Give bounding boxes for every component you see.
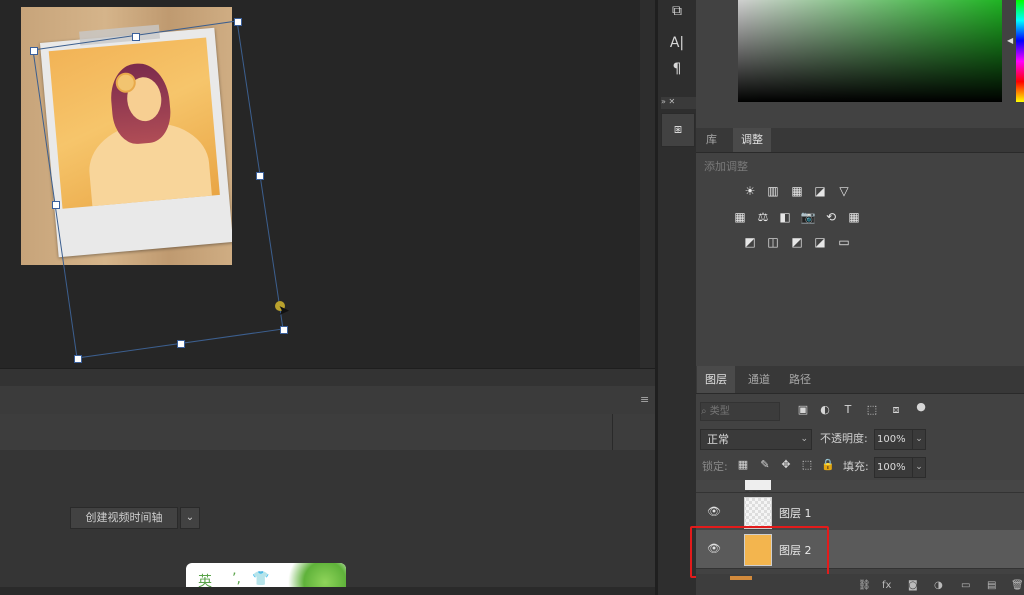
invert-icon[interactable]: ◩ bbox=[742, 235, 758, 249]
brightness-contrast-icon[interactable]: ☀ bbox=[742, 184, 758, 198]
adjust-sliders-icon[interactable]: ⧉ bbox=[664, 0, 690, 22]
lock-image-icon[interactable]: ✎ bbox=[758, 458, 772, 472]
tab-adjustments[interactable]: 调整 bbox=[733, 128, 771, 152]
highlight-annotation-box bbox=[690, 526, 829, 578]
canvas-gutter bbox=[640, 0, 655, 368]
panel-menu-icon[interactable]: ≡ bbox=[640, 393, 649, 406]
transform-handle-bottom-left[interactable] bbox=[74, 355, 82, 363]
transform-handle-left[interactable] bbox=[52, 201, 60, 209]
tab-layers[interactable]: 图层 bbox=[697, 366, 735, 393]
paragraph-icon[interactable]: ¶ bbox=[664, 58, 690, 80]
lock-transparent-icon[interactable]: ▦ bbox=[736, 458, 750, 472]
fill-value: 100% bbox=[877, 462, 906, 473]
curves-icon[interactable]: ▦ bbox=[789, 184, 805, 198]
timeline-scrollbar[interactable] bbox=[0, 587, 655, 595]
hue-slider[interactable] bbox=[1016, 0, 1024, 102]
photo-filter-icon[interactable]: 📷 bbox=[800, 210, 816, 224]
black-white-icon[interactable]: ◧ bbox=[777, 210, 793, 224]
timeline-header bbox=[0, 386, 655, 415]
blend-mode-value: 正常 bbox=[707, 433, 729, 446]
opacity-value: 100% bbox=[877, 434, 906, 445]
visibility-eye-icon[interactable]: 👁 bbox=[706, 505, 722, 519]
hue-saturation-icon[interactable]: ▦ bbox=[732, 210, 748, 224]
levels-icon[interactable]: ▥ bbox=[765, 184, 781, 198]
filter-shape-icon[interactable]: ⬚ bbox=[865, 403, 879, 417]
timeline-ruler-divider bbox=[612, 414, 613, 450]
color-lookup-icon[interactable]: ▦ bbox=[846, 210, 862, 224]
hue-slider-marker-icon[interactable]: ◀ bbox=[1007, 36, 1013, 45]
add-adjustment-label: 添加调整 bbox=[704, 160, 748, 173]
filter-toggle-icon[interactable]: ● bbox=[914, 400, 928, 414]
ime-skin-icon[interactable]: 👕 bbox=[252, 571, 269, 587]
filter-smart-object-icon[interactable]: ⧈ bbox=[889, 403, 903, 417]
opacity-dropdown-icon[interactable]: ⌄ bbox=[912, 429, 926, 450]
lock-artboard-icon[interactable]: ⬚ bbox=[800, 458, 814, 472]
channel-mixer-icon[interactable]: ⟲ bbox=[823, 210, 839, 224]
new-layer-icon[interactable]: ▤ bbox=[987, 580, 996, 591]
layer-filter-select[interactable]: ⌕ 类型 bbox=[700, 402, 780, 421]
layer-thumbnail-partial: ▪ ▫▫ bbox=[745, 480, 771, 497]
tab-library[interactable]: 库 bbox=[698, 128, 725, 152]
transform-handle-top-right[interactable] bbox=[234, 18, 242, 26]
layer-thumbnail bbox=[744, 497, 772, 529]
blend-mode-select[interactable]: 正常 ⌄ bbox=[700, 429, 812, 450]
chevron-down-icon: ⌄ bbox=[800, 434, 808, 444]
posterize-icon[interactable]: ◫ bbox=[765, 235, 781, 249]
selective-color-icon[interactable]: ◪ bbox=[812, 235, 828, 249]
transform-handle-top-left[interactable] bbox=[30, 47, 38, 55]
character-icon[interactable]: A| bbox=[664, 32, 690, 54]
fill-input[interactable]: 100% bbox=[874, 457, 914, 478]
delete-layer-icon[interactable]: 🗑 bbox=[1011, 580, 1024, 591]
tab-paths[interactable]: 路径 bbox=[781, 366, 819, 393]
color-picker-field[interactable] bbox=[738, 0, 1002, 102]
opacity-label: 不透明度: bbox=[820, 432, 868, 445]
ime-punctuation-icon[interactable]: ’, bbox=[232, 571, 241, 587]
create-video-timeline-button[interactable]: 创建视频时间轴 bbox=[70, 507, 178, 529]
filter-adjustment-icon[interactable]: ◐ bbox=[818, 403, 832, 417]
properties-cube-icon[interactable]: ⧆ bbox=[661, 113, 695, 147]
panel-dock-column bbox=[658, 0, 696, 595]
timeline-mode-dropdown[interactable]: ⌄ bbox=[180, 507, 200, 529]
threshold-icon[interactable]: ◩ bbox=[789, 235, 805, 249]
gradient-map-icon[interactable]: ▭ bbox=[836, 235, 852, 249]
layer-strip-partial bbox=[730, 576, 752, 580]
fx-icon[interactable]: fx bbox=[882, 580, 891, 591]
vibrance-icon[interactable]: ▽ bbox=[836, 184, 852, 198]
mini-panel-header[interactable]: » ✕ bbox=[661, 97, 696, 109]
add-mask-icon[interactable]: ◙ bbox=[908, 580, 918, 591]
lock-all-icon[interactable]: 🔒 bbox=[821, 458, 835, 472]
lock-label: 锁定: bbox=[702, 460, 728, 473]
lock-position-icon[interactable]: ✥ bbox=[779, 458, 793, 472]
opacity-input[interactable]: 100% bbox=[874, 429, 914, 450]
filter-pixel-icon[interactable]: ▣ bbox=[796, 403, 810, 417]
transform-handle-bottom[interactable] bbox=[177, 340, 185, 348]
fill-label: 填充: bbox=[843, 460, 869, 473]
fill-dropdown-icon[interactable]: ⌄ bbox=[912, 457, 926, 478]
transform-outline bbox=[32, 20, 284, 359]
layer-name[interactable]: 图层 1 bbox=[779, 505, 812, 521]
tab-channels[interactable]: 通道 bbox=[740, 366, 778, 393]
link-layers-icon[interactable]: ⛓ bbox=[858, 580, 871, 591]
color-balance-icon[interactable]: ⚖ bbox=[755, 210, 771, 224]
new-adjustment-layer-icon[interactable]: ◑ bbox=[934, 580, 943, 591]
new-group-icon[interactable]: ▭ bbox=[961, 580, 970, 591]
timeline-top-bar bbox=[0, 368, 655, 387]
exposure-icon[interactable]: ◪ bbox=[812, 184, 828, 198]
filter-type-icon[interactable]: T bbox=[841, 403, 855, 417]
mouse-cursor-icon: ➤ bbox=[278, 303, 290, 319]
transform-bounding-box[interactable] bbox=[0, 0, 640, 368]
timeline-ruler bbox=[0, 414, 655, 451]
transform-handle-right[interactable] bbox=[256, 172, 264, 180]
transform-handle-bottom-right[interactable] bbox=[280, 326, 288, 334]
transform-handle-top[interactable] bbox=[132, 33, 140, 41]
